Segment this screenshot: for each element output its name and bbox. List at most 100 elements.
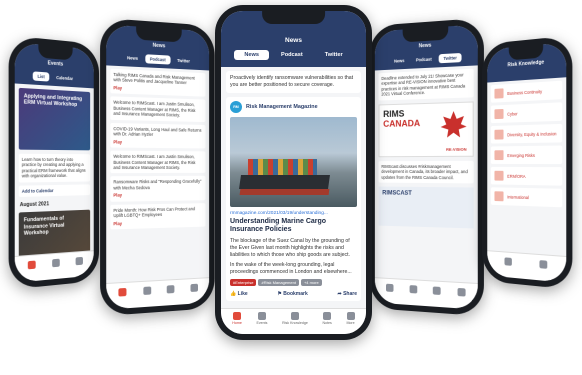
- add-to-calendar-button[interactable]: Add to Calendar: [18, 184, 91, 198]
- podcast-screen: News News Podcast Twitter Talking RIMS C…: [106, 24, 210, 310]
- calendar-icon: [143, 286, 151, 296]
- podcast-title: News: [152, 42, 166, 50]
- share-button[interactable]: ➦ Share: [338, 291, 358, 297]
- risk-knowledge-title: Risk Knowledge: [507, 59, 545, 69]
- thumbnail: [494, 129, 504, 140]
- podcast-item-text: Talking RIMS Canada and Risk Management …: [113, 71, 195, 86]
- tab-label: Home: [232, 321, 242, 325]
- tab-more[interactable]: [539, 260, 548, 270]
- tab-more[interactable]: [457, 287, 466, 298]
- article-card[interactable]: RM Risk Management Magazine rmmagazine.c…: [226, 97, 361, 301]
- tab-bar: [374, 277, 478, 310]
- knowledge-item[interactable]: Cyber: [490, 102, 563, 124]
- tab-podcast[interactable]: Podcast: [271, 50, 313, 60]
- tab-label: More: [346, 321, 355, 325]
- knowledge-label: Emerging Risks: [507, 152, 535, 158]
- tab-notes[interactable]: [433, 286, 441, 296]
- tab-risk[interactable]: [75, 256, 83, 266]
- tab-home[interactable]: [27, 260, 36, 271]
- month-heading: August 2021: [19, 201, 50, 209]
- calendar-icon: [386, 283, 394, 293]
- play-button[interactable]: Play: [113, 85, 202, 94]
- phone-notch: [261, 11, 326, 24]
- book-icon: [166, 285, 175, 294]
- tab-notes[interactable]: Notes: [322, 312, 332, 325]
- tab-events[interactable]: [386, 283, 394, 293]
- tab-bar: [106, 277, 210, 310]
- tab-podcast[interactable]: Podcast: [144, 54, 171, 65]
- tab-news[interactable]: News: [234, 50, 269, 60]
- more-icon: [346, 312, 355, 320]
- tab-risk[interactable]: [166, 285, 175, 294]
- podcast-item[interactable]: Ransomware Risks and "Responding Gracefu…: [110, 176, 206, 202]
- knowledge-label: Business Continuity: [507, 88, 543, 96]
- podcast-item[interactable]: Talking RIMS Canada and Risk Management …: [110, 68, 206, 98]
- podcast-item-text: Ransomware Risks and "Responding Gracefu…: [113, 179, 202, 191]
- intro-text: Proactively identify ransomware vulnerab…: [230, 75, 354, 89]
- quote-icon: [190, 283, 198, 293]
- knowledge-label: Cyber: [507, 110, 518, 117]
- knowledge-item[interactable]: Business Continuity: [490, 80, 563, 103]
- tag-chip[interactable]: +4 more: [300, 278, 322, 286]
- twitter-screen: News News Podcast Twitter Deadline exten…: [374, 24, 478, 310]
- tab-events[interactable]: Events: [256, 312, 267, 325]
- tag-list: #Enterprise #Risk Management +4 more: [230, 278, 357, 286]
- tab-home[interactable]: Home: [232, 312, 242, 325]
- thumbnail: [494, 150, 504, 161]
- tab-twitter[interactable]: Twitter: [315, 50, 353, 60]
- bookmark-button[interactable]: ⚑ Bookmark: [277, 291, 307, 297]
- more-icon: [457, 287, 466, 297]
- ship-hull-base: [239, 189, 330, 196]
- tab-news[interactable]: News: [389, 56, 409, 66]
- publisher-name[interactable]: Risk Management Magazine: [246, 104, 318, 110]
- tab-podcast[interactable]: Podcast: [411, 54, 436, 64]
- tab-notes[interactable]: [504, 257, 512, 266]
- quote-icon: [433, 286, 441, 296]
- news-title: News: [285, 37, 302, 44]
- tab-notes[interactable]: [190, 283, 198, 293]
- tab-news[interactable]: News: [122, 53, 143, 63]
- tab-home[interactable]: [118, 287, 127, 298]
- home-icon: [27, 260, 36, 270]
- article-link[interactable]: rmmagazine.com/2021/03/19/understanding.…: [230, 211, 357, 216]
- canada-word: CANADA: [383, 117, 421, 129]
- tab-risk[interactable]: [409, 285, 418, 294]
- tab-risk-knowledge[interactable]: Risk Knowledge: [282, 312, 308, 325]
- tab-list[interactable]: List: [32, 71, 50, 82]
- tab-bar: Home Events Risk Knowledge Notes More: [221, 308, 366, 334]
- play-button[interactable]: Play: [113, 139, 202, 146]
- article-body-2: In the wake of the week-long grounding, …: [230, 261, 352, 275]
- article-image[interactable]: [230, 117, 357, 208]
- like-button[interactable]: 👍 Like: [230, 291, 248, 297]
- publisher-row: RM Risk Management Magazine: [230, 101, 357, 114]
- tab-events[interactable]: [143, 286, 151, 296]
- event-card-erm[interactable]: Applying and Integrating ERM Virtual Wor…: [18, 87, 91, 151]
- tab-events[interactable]: [51, 258, 60, 269]
- risk-knowledge-screen: Risk Knowledge Business Continuity Cyber…: [487, 42, 567, 283]
- tab-calendar[interactable]: Calendar: [51, 73, 77, 84]
- article-title[interactable]: Understanding Marine Cargo Insurance Pol…: [230, 218, 357, 235]
- podcast-item[interactable]: COVID-19 Variants, Long Haul and Safe Re…: [110, 122, 206, 149]
- play-button[interactable]: Play: [113, 219, 202, 227]
- knowledge-label: International: [507, 194, 529, 200]
- podcast-item[interactable]: Pride Month: How Risk Pros Can Protect a…: [110, 202, 206, 230]
- tab-more[interactable]: More: [346, 312, 355, 325]
- knowledge-item[interactable]: International: [490, 187, 563, 208]
- rimscast-image[interactable]: RIMSCAST: [378, 186, 474, 229]
- tab-twitter[interactable]: Twitter: [438, 52, 462, 64]
- play-button[interactable]: Play: [113, 192, 202, 199]
- thumbnail: [494, 88, 504, 99]
- more-icon: [539, 260, 548, 269]
- tab-bar: [487, 250, 567, 283]
- tag-chip[interactable]: #Risk Management: [258, 278, 299, 286]
- thumbnail: [494, 191, 504, 202]
- ship-hull: [239, 175, 330, 190]
- tab-twitter[interactable]: Twitter: [172, 56, 194, 66]
- knowledge-item[interactable]: Emerging Risks: [490, 145, 563, 165]
- knowledge-item[interactable]: ERM/ORA: [490, 166, 563, 186]
- knowledge-item[interactable]: Diversity, Equity & Inclusion: [490, 123, 563, 144]
- tag-chip[interactable]: #Enterprise: [230, 278, 257, 286]
- tab-label: Events: [256, 321, 268, 325]
- phone-podcast: News News Podcast Twitter Talking RIMS C…: [100, 17, 215, 317]
- rims-canada-image[interactable]: RIMS CANADA RE-VISION: [378, 101, 474, 158]
